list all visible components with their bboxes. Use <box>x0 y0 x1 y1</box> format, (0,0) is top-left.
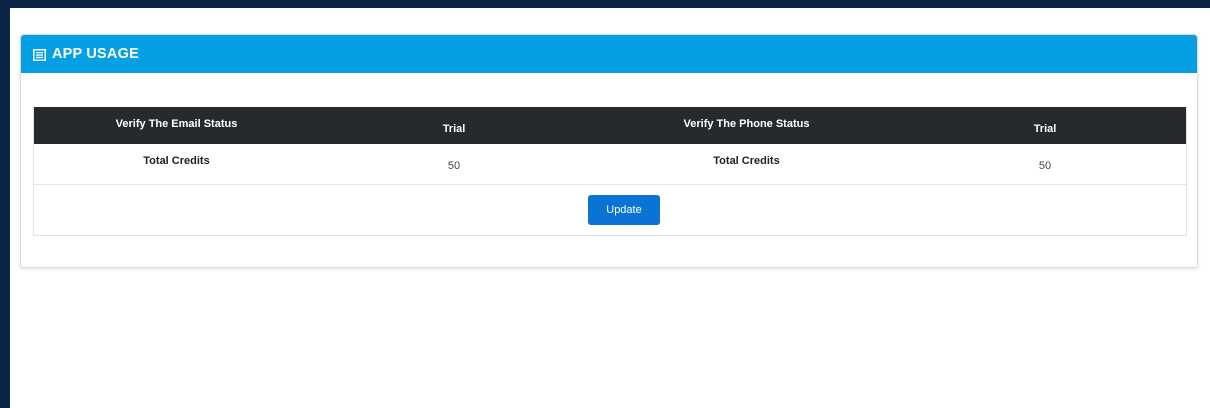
header-phone-trial: Trial <box>1033 122 1057 135</box>
app-usage-panel: APP USAGE Verify The Email Status Trial … <box>20 34 1198 268</box>
header-email-status: Verify The Email Status <box>115 117 238 130</box>
header-email-trial: Trial <box>442 122 466 135</box>
table-row: Total Credits 50 Total Credits 50 <box>34 144 1186 185</box>
action-row: Update <box>34 185 1186 235</box>
phone-total-credits-value: 50 <box>1038 160 1052 172</box>
email-total-credits-value: 50 <box>447 160 461 172</box>
panel-title: APP USAGE <box>52 46 139 62</box>
email-total-credits-label: Total Credits <box>143 155 210 167</box>
header-phone-status: Verify The Phone Status <box>683 117 810 130</box>
update-button[interactable]: Update <box>588 195 660 225</box>
page-frame: APP USAGE Verify The Email Status Trial … <box>10 8 1210 408</box>
list-icon <box>33 48 46 61</box>
table-header-row: Verify The Email Status Trial Verify The… <box>34 107 1186 144</box>
usage-table: Verify The Email Status Trial Verify The… <box>33 107 1187 236</box>
panel-header: APP USAGE <box>21 35 1197 73</box>
phone-total-credits-label: Total Credits <box>713 155 780 167</box>
